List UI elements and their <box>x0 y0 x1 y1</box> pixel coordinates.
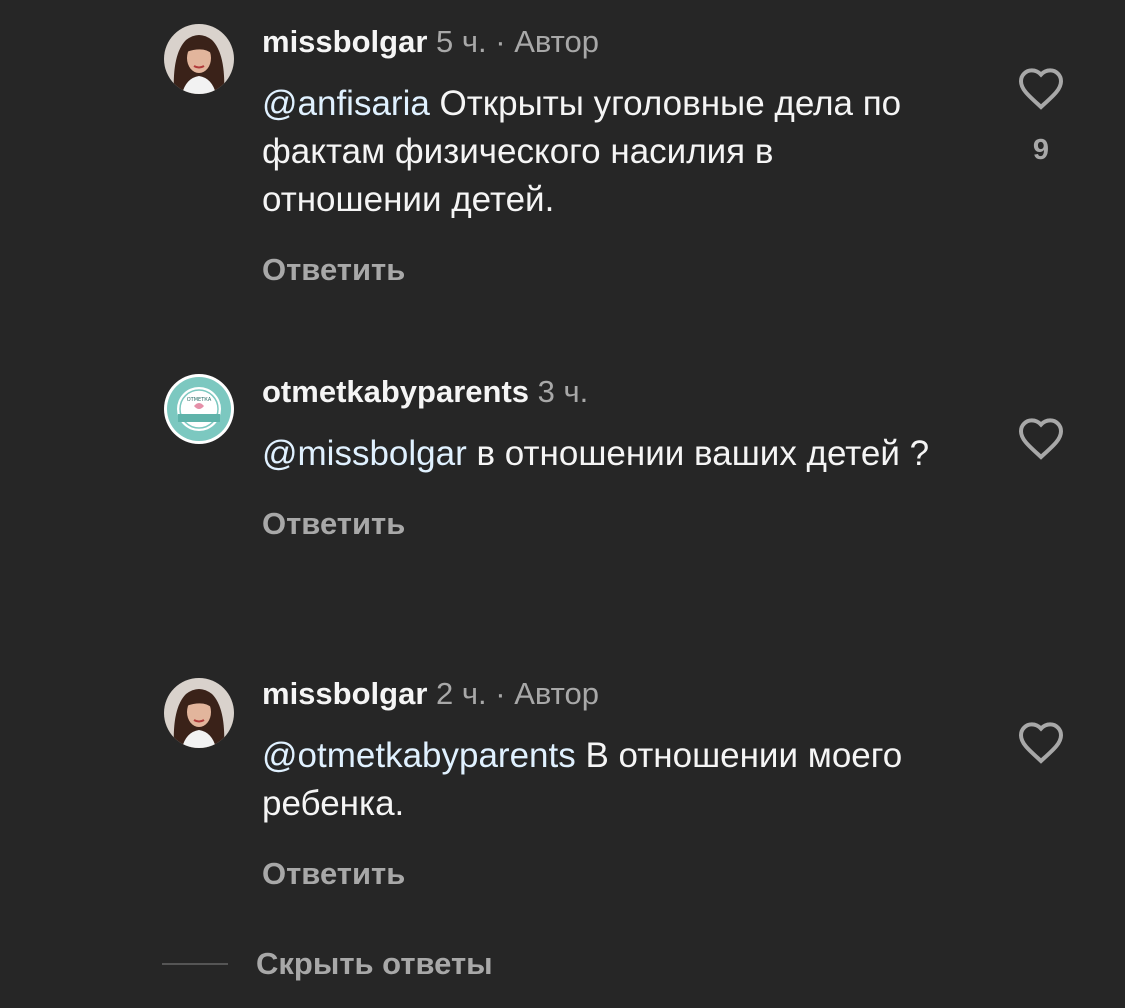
reply-button[interactable]: Ответить <box>262 856 952 892</box>
author-badge: Автор <box>514 676 600 711</box>
reply-button[interactable]: Ответить <box>262 506 952 542</box>
meta-separator: · <box>495 24 506 59</box>
hide-replies-divider <box>162 963 228 965</box>
comment-time: 2 ч. <box>436 676 487 711</box>
comment-text: @anfisaria Открыты уголовные дела по фак… <box>262 80 952 224</box>
comment-time: 5 ч. <box>436 24 487 59</box>
hide-replies-label: Скрыть ответы <box>256 946 493 981</box>
otmetka-logo-icon: ОТМЕТКА <box>164 374 234 444</box>
portrait-avatar-icon <box>164 24 234 94</box>
like-button[interactable] <box>1016 720 1066 764</box>
comment-username[interactable]: missbolgar <box>262 676 427 711</box>
mention-link[interactable]: @missbolgar <box>262 434 467 473</box>
comment-username[interactable]: otmetkabyparents <box>262 374 529 409</box>
like-button[interactable] <box>1016 416 1066 460</box>
avatar-otmetkabyparents[interactable]: ОТМЕТКА <box>164 374 234 444</box>
comment-body: в отношении ваших детей ? <box>466 434 930 473</box>
mention-link[interactable]: @anfisaria <box>262 84 430 123</box>
heart-outline-icon <box>1018 68 1064 110</box>
avatar-missbolgar[interactable] <box>164 678 234 748</box>
comment-username[interactable]: missbolgar <box>262 24 427 59</box>
mention-link[interactable]: @otmetkabyparents <box>262 736 576 775</box>
meta-separator: · <box>495 676 506 711</box>
comment-text: @missbolgar в отношении ваших детей ? <box>262 430 952 478</box>
hide-replies-button[interactable]: Скрыть ответы <box>162 938 493 990</box>
like-count: 9 <box>1032 134 1050 166</box>
like-button[interactable]: 9 <box>1016 66 1066 167</box>
comment-text: @otmetkabyparents В отношении моего ребе… <box>262 732 952 828</box>
svg-text:ОТМЕТКА: ОТМЕТКА <box>187 397 212 403</box>
portrait-avatar-icon <box>164 678 234 748</box>
author-badge: Автор <box>514 24 600 59</box>
reply-button[interactable]: Ответить <box>262 252 952 288</box>
avatar-missbolgar[interactable] <box>164 24 234 94</box>
heart-outline-icon <box>1018 722 1064 764</box>
comment-time: 3 ч. <box>537 374 589 409</box>
heart-outline-icon <box>1018 418 1064 460</box>
